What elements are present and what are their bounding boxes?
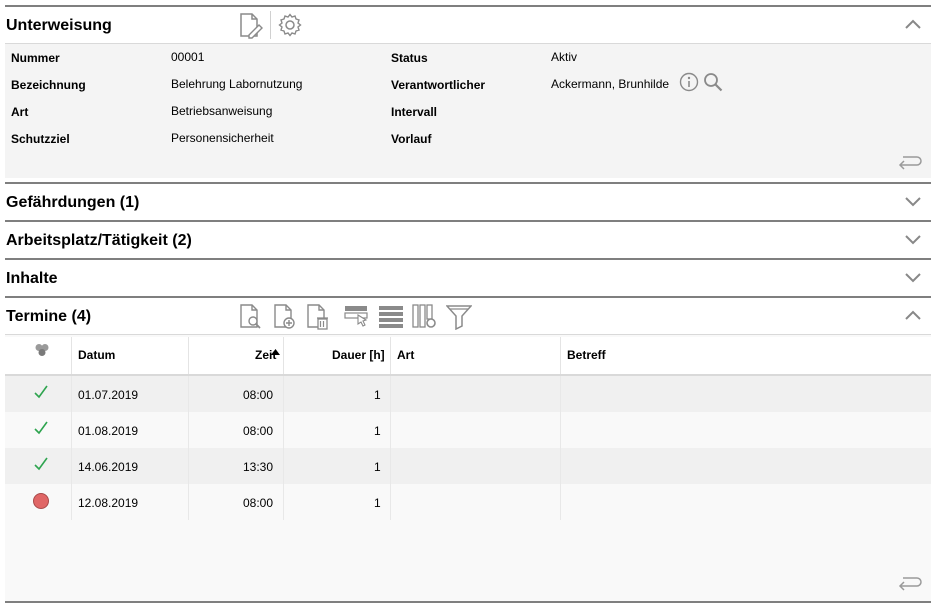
column-header-datum[interactable]: Datum	[78, 348, 115, 362]
toolbar-separator	[270, 11, 271, 39]
return-arrow-icon[interactable]	[897, 575, 923, 598]
open-status-dot-icon	[32, 492, 50, 515]
cell-datum: 01.08.2019	[78, 424, 139, 438]
cell-zeit: 08:00	[243, 388, 274, 402]
cell-datum: 01.07.2019	[78, 388, 139, 402]
chevron-down-icon[interactable]	[905, 196, 921, 208]
cell-dauer: 1	[374, 388, 381, 402]
table-row[interactable]: 14.06.2019 13:30 1	[5, 448, 931, 484]
unterweisung-title: Unterweisung	[6, 17, 112, 34]
section-title-gefaehrdungen: Gefährdungen (1)	[6, 194, 140, 211]
field-label-art: Art	[11, 105, 29, 119]
rows-icon[interactable]	[378, 305, 404, 334]
field-value-schutzziel: Personensicherheit	[171, 131, 274, 145]
column-separator	[188, 376, 189, 520]
cell-dauer: 1	[374, 496, 381, 510]
document-delete-icon[interactable]	[306, 304, 330, 335]
column-separator	[283, 376, 284, 520]
gear-icon[interactable]	[278, 13, 302, 42]
column-settings-icon[interactable]	[412, 304, 438, 335]
column-separator	[188, 337, 189, 374]
column-separator	[390, 376, 391, 520]
search-icon[interactable]	[703, 72, 723, 97]
divider	[5, 601, 931, 603]
cell-datum: 12.08.2019	[78, 496, 139, 510]
chevron-up-icon[interactable]	[905, 309, 921, 321]
section-termine[interactable]: Termine (4)	[5, 298, 931, 334]
return-arrow-icon[interactable]	[897, 154, 923, 177]
document-add-icon[interactable]	[273, 304, 297, 335]
field-label-bezeichnung: Bezeichnung	[11, 78, 86, 92]
edit-document-icon[interactable]	[239, 13, 263, 44]
column-header-betreff[interactable]: Betreff	[567, 348, 606, 362]
checkmark-icon	[34, 421, 48, 440]
field-label-schutzziel: Schutzziel	[11, 132, 70, 146]
column-separator	[390, 337, 391, 374]
section-inhalte[interactable]: Inhalte	[5, 260, 931, 296]
cell-zeit: 08:00	[243, 496, 274, 510]
section-title-arbeitsplatz: Arbeitsplatz/Tätigkeit (2)	[6, 232, 192, 249]
column-separator	[71, 337, 72, 374]
field-label-status: Status	[391, 51, 428, 65]
section-title-termine: Termine (4)	[6, 308, 92, 325]
status-column-icon[interactable]	[34, 343, 50, 362]
column-separator	[283, 337, 284, 374]
checkmark-icon	[34, 385, 48, 404]
field-label-nummer: Nummer	[11, 51, 60, 65]
cell-zeit: 13:30	[243, 460, 274, 474]
field-value-art: Betriebsanweisung	[171, 104, 273, 118]
column-separator	[71, 376, 72, 520]
table-row[interactable]: 01.08.2019 08:00 1	[5, 412, 931, 448]
section-gefaehrdungen[interactable]: Gefährdungen (1)	[5, 184, 931, 220]
chevron-down-icon[interactable]	[905, 234, 921, 246]
field-value-verantwortlicher: Ackermann, Brunhilde	[551, 77, 670, 91]
column-header-art[interactable]: Art	[397, 348, 414, 362]
cell-dauer: 1	[374, 424, 381, 438]
column-separator	[560, 376, 561, 520]
table-header: Datum Zeit Dauer [h] Art Betreff	[5, 337, 931, 376]
column-header-dauer[interactable]: Dauer [h]	[332, 348, 385, 362]
field-label-vorlauf: Vorlauf	[391, 132, 432, 146]
field-label-verantwortlicher: Verantwortlicher	[391, 78, 486, 92]
cell-datum: 14.06.2019	[78, 460, 139, 474]
section-title-inhalte: Inhalte	[6, 270, 58, 287]
select-row-icon[interactable]	[344, 304, 370, 333]
unterweisung-details: Nummer 00001 Bezeichnung Belehrung Labor…	[5, 44, 931, 178]
field-value-status: Aktiv	[551, 50, 578, 64]
filter-icon[interactable]	[445, 304, 473, 335]
checkmark-icon	[34, 457, 48, 476]
cell-dauer: 1	[374, 460, 381, 474]
field-value-nummer: 00001	[171, 50, 205, 64]
unterweisung-header[interactable]: Unterweisung	[5, 7, 931, 43]
sort-ascending-icon	[271, 342, 280, 360]
table-row[interactable]: 01.07.2019 08:00 1	[5, 376, 931, 412]
field-label-intervall: Intervall	[391, 105, 438, 119]
chevron-up-icon[interactable]	[905, 18, 921, 30]
document-search-icon[interactable]	[239, 304, 263, 335]
chevron-down-icon[interactable]	[905, 272, 921, 284]
cell-zeit: 08:00	[243, 424, 274, 438]
table-row[interactable]: 12.08.2019 08:00 1	[5, 484, 931, 520]
info-icon[interactable]	[679, 72, 699, 97]
field-value-bezeichnung: Belehrung Labornutzung	[171, 77, 303, 91]
column-separator	[560, 337, 561, 374]
section-arbeitsplatz[interactable]: Arbeitsplatz/Tätigkeit (2)	[5, 222, 931, 258]
